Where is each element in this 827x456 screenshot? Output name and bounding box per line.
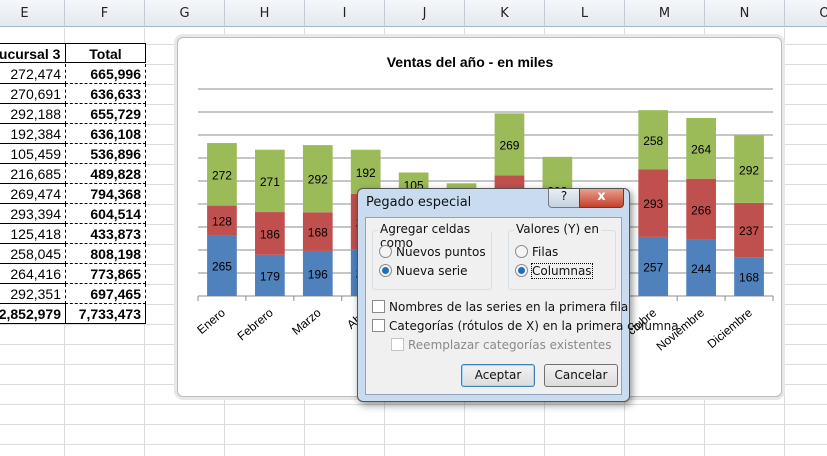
option-label: Categorías (rótulos de X) en la primera … bbox=[389, 319, 679, 333]
option-label: Reemplazar categorías existentes bbox=[408, 338, 612, 352]
data-cell[interactable]: 636,633 bbox=[65, 84, 146, 104]
data-label: 179 bbox=[260, 269, 280, 283]
option-label: Nombres de las series en la primera fila bbox=[389, 300, 629, 314]
category-label: Enero bbox=[194, 305, 228, 337]
data-label: 266 bbox=[691, 203, 711, 217]
data-cell[interactable]: 216,685 bbox=[0, 164, 66, 184]
category-label: Febrero bbox=[235, 305, 276, 343]
data-cell[interactable]: 697,465 bbox=[65, 284, 146, 304]
column-header-K[interactable]: K bbox=[465, 0, 545, 27]
data-label: 269 bbox=[499, 138, 519, 152]
accept-button[interactable]: Aceptar bbox=[461, 364, 535, 387]
data-cell[interactable]: 270,691 bbox=[0, 84, 66, 104]
radio-rows[interactable]: Filas bbox=[515, 245, 558, 259]
checkbox-icon bbox=[391, 338, 404, 351]
total-cell[interactable]: 2,852,979 bbox=[0, 304, 66, 324]
data-cell[interactable]: 655,729 bbox=[65, 104, 146, 124]
option-label: Columnas bbox=[531, 263, 593, 279]
column-header-J[interactable]: J bbox=[385, 0, 465, 27]
data-cell[interactable]: 794,368 bbox=[65, 184, 146, 204]
data-label: 257 bbox=[643, 260, 663, 274]
data-cell[interactable]: 292,188 bbox=[0, 104, 66, 124]
column-header-N[interactable]: N bbox=[705, 0, 785, 27]
data-cell[interactable]: 125,418 bbox=[0, 224, 66, 244]
checkbox-icon bbox=[372, 300, 385, 313]
values-group-label: Valores (Y) en bbox=[514, 222, 601, 236]
data-label: 168 bbox=[739, 271, 759, 285]
total-cell[interactable]: 7,733,473 bbox=[65, 304, 146, 324]
column-header-F[interactable]: F bbox=[65, 0, 145, 27]
data-label: 258 bbox=[643, 134, 663, 148]
column-header-I[interactable]: I bbox=[305, 0, 385, 27]
data-cell[interactable]: 105,459 bbox=[0, 144, 66, 164]
data-label: 168 bbox=[308, 226, 328, 240]
option-label: Filas bbox=[532, 245, 559, 259]
radio-selected-icon bbox=[379, 264, 392, 277]
data-cell[interactable]: 292,351 bbox=[0, 284, 66, 304]
data-label: 237 bbox=[739, 224, 759, 238]
data-label: 186 bbox=[260, 227, 280, 241]
checkbox-series-names[interactable]: Nombres de las series en la primera fila bbox=[372, 300, 628, 314]
dialog-title: Pegado especial bbox=[366, 195, 472, 210]
gridline bbox=[784, 28, 785, 456]
data-cell[interactable]: 293,394 bbox=[0, 204, 66, 224]
category-label: Marzo bbox=[289, 305, 324, 337]
data-cell[interactable]: 258,045 bbox=[0, 244, 66, 264]
data-label: 128 bbox=[212, 214, 232, 228]
data-cell[interactable]: 604,514 bbox=[65, 204, 146, 224]
data-cell[interactable]: 264,416 bbox=[0, 264, 66, 284]
data-cell[interactable]: 192,384 bbox=[0, 124, 66, 144]
header-cell[interactable]: Sucursal 3 bbox=[0, 43, 66, 63]
chart-title: Ventas del año - en miles bbox=[387, 54, 554, 70]
data-label: 292 bbox=[739, 163, 759, 177]
data-cell[interactable]: 272,474 bbox=[0, 64, 66, 84]
data-label: 244 bbox=[691, 262, 711, 276]
close-button[interactable]: x bbox=[579, 189, 624, 208]
data-label: 272 bbox=[212, 168, 232, 182]
data-label: 271 bbox=[260, 175, 280, 189]
radio-new-series[interactable]: Nueva serie bbox=[379, 264, 468, 278]
radio-icon bbox=[379, 245, 392, 258]
data-cell[interactable]: 773,865 bbox=[65, 264, 146, 284]
data-label: 292 bbox=[308, 173, 328, 187]
radio-icon bbox=[515, 245, 528, 258]
column-header-L[interactable]: L bbox=[545, 0, 625, 27]
data-cell[interactable]: 808,198 bbox=[65, 244, 146, 264]
data-label: 264 bbox=[691, 142, 711, 156]
radio-selected-icon bbox=[515, 264, 528, 277]
data-label: 265 bbox=[212, 260, 232, 274]
data-cell[interactable]: 665,996 bbox=[65, 64, 146, 84]
column-header-E[interactable]: E bbox=[0, 0, 65, 27]
data-cell[interactable]: 636,108 bbox=[65, 124, 146, 144]
data-cell[interactable]: 536,896 bbox=[65, 144, 146, 164]
header-cell[interactable]: Total bbox=[65, 43, 146, 63]
category-label: Diciembre bbox=[705, 305, 756, 351]
column-header-M[interactable]: M bbox=[625, 0, 705, 27]
data-label: 192 bbox=[356, 166, 376, 180]
help-button[interactable]: ? bbox=[548, 189, 580, 208]
column-header-O[interactable]: O bbox=[785, 0, 827, 27]
column-header-G[interactable]: G bbox=[145, 0, 225, 27]
data-cell[interactable]: 489,828 bbox=[65, 164, 146, 184]
checkbox-replace-categories: Reemplazar categorías existentes bbox=[391, 338, 612, 352]
checkbox-icon bbox=[372, 319, 385, 332]
option-label: Nueva serie bbox=[396, 264, 468, 278]
data-label: 196 bbox=[308, 267, 328, 281]
radio-new-points[interactable]: Nuevos puntos bbox=[379, 245, 486, 259]
data-cell[interactable]: 269,474 bbox=[0, 184, 66, 204]
radio-columns[interactable]: Columnas bbox=[515, 263, 593, 279]
column-header-H[interactable]: H bbox=[225, 0, 305, 27]
paste-special-dialog: Pegado especial ? x Agregar celdas como … bbox=[357, 188, 679, 402]
checkbox-categories[interactable]: Categorías (rótulos de X) en la primera … bbox=[372, 319, 679, 333]
data-cell[interactable]: 433,873 bbox=[65, 224, 146, 244]
cancel-button[interactable]: Cancelar bbox=[544, 364, 618, 387]
option-label: Nuevos puntos bbox=[396, 245, 486, 259]
data-label: 293 bbox=[643, 197, 663, 211]
